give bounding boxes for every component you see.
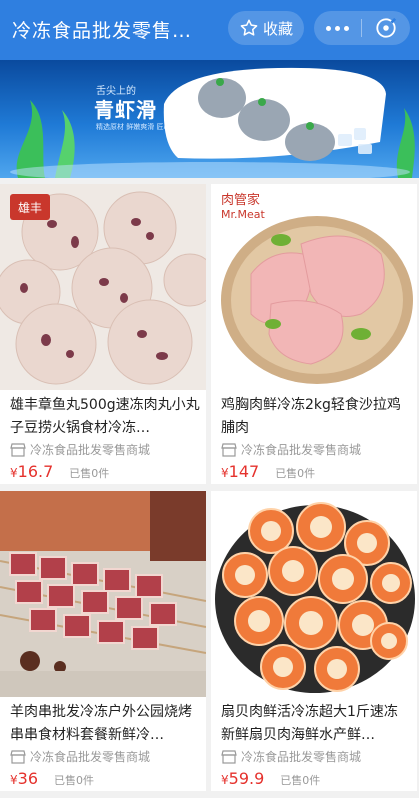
product-image-lamb-skewers[interactable] [0, 491, 206, 697]
shop-name: 冷冻食品批发零售商城 [30, 443, 151, 457]
product-name[interactable]: 鸡胸肉鲜冷冻2kg轻食沙拉鸡脯肉 [221, 394, 411, 440]
shop-name: 冷冻食品批发零售商城 [30, 750, 151, 764]
svg-text:Mr.Meat: Mr.Meat [221, 208, 265, 221]
product-card[interactable]: 肉管家 Mr.Meat 鸡胸肉鲜冷冻2kg轻食沙拉鸡脯肉 冷冻食品批发零售商城 … [211, 184, 417, 484]
favorite-label: 收藏 [262, 19, 293, 38]
banner-title: 青虾滑 [94, 98, 157, 122]
price-currency: ¥ [221, 466, 229, 480]
shrimp-ball-plate-image [163, 67, 386, 161]
product-name[interactable]: 羊肉串批发冷冻户外公园烧烤串串食材料套餐新鲜冷… [10, 701, 200, 747]
product-name[interactable]: 雄丰章鱼丸500g速冻肉丸小丸子豆捞火锅食材冷冻… [10, 394, 200, 440]
price-value: 59.9 [228, 769, 265, 788]
next-row-peek [0, 798, 419, 808]
app-header: 冷冻食品批发零售… 收藏 [0, 0, 419, 60]
more-dot-icon [326, 25, 331, 31]
store-icon [10, 749, 26, 764]
more-button[interactable] [314, 11, 361, 45]
price-row: ¥147 已售0件 [221, 462, 315, 481]
store-icon [221, 442, 237, 457]
price-value: 36 [17, 769, 38, 788]
price-value: 147 [228, 462, 260, 481]
page-title: 冷冻食品批发零售… [12, 20, 193, 42]
svg-text:肉管家: 肉管家 [221, 192, 260, 208]
price-currency: ¥ [10, 466, 18, 480]
product-image-scallops[interactable] [211, 491, 417, 697]
brand-logo-text: 雄丰 [18, 200, 42, 215]
favorite-button[interactable]: 收藏 [228, 11, 304, 45]
price-row: ¥36 已售0件 [10, 769, 94, 788]
sold-count: 已售0件 [280, 774, 321, 787]
product-card[interactable]: 雄丰 雄丰章鱼丸500g速冻肉丸小丸子豆捞火锅食材冷冻… 冷冻食品批发零售商城 … [0, 184, 206, 484]
close-circle-icon [375, 17, 396, 38]
price-row: ¥16.7 已售0件 [10, 462, 109, 481]
product-image-chicken-breast[interactable]: 肉管家 Mr.Meat [211, 184, 417, 390]
capsule-menu [314, 11, 410, 45]
sold-count: 已售0件 [275, 467, 316, 480]
product-name[interactable]: 扇贝肉鲜活冷冻超大1斤速冻新鲜扇贝肉海鲜水产鲜… [221, 701, 411, 747]
price-currency: ¥ [10, 773, 18, 787]
more-dot-icon [335, 25, 340, 31]
price-row: ¥59.9 已售0件 [221, 769, 320, 788]
product-image-octopus-balls[interactable]: 雄丰 [0, 184, 206, 390]
shop-name: 冷冻食品批发零售商城 [241, 750, 362, 764]
shop-info[interactable]: 冷冻食品批发零售商城 [221, 441, 361, 458]
price-value: 16.7 [17, 462, 54, 481]
page: 冷冻食品批发零售… 收藏 舌尖上的 青虾滑 精选原材 鲜嫩爽滑 匠心品质 雄丰 … [0, 0, 419, 808]
product-card[interactable]: 扇贝肉鲜活冷冻超大1斤速冻新鲜扇贝肉海鲜水产鲜… 冷冻食品批发零售商城 ¥59.… [211, 491, 417, 791]
store-icon [221, 749, 237, 764]
sold-count: 已售0件 [54, 774, 94, 787]
sold-count: 已售0件 [69, 467, 110, 480]
price-currency: ¥ [221, 773, 229, 787]
shop-name: 冷冻食品批发零售商城 [241, 443, 362, 457]
more-dot-icon [344, 25, 349, 31]
product-card[interactable]: 羊肉串批发冷冻户外公园烧烤串串食材料套餐新鲜冷… 冷冻食品批发零售商城 ¥36 已… [0, 491, 206, 791]
promo-banner[interactable]: 舌尖上的 青虾滑 精选原材 鲜嫩爽滑 匠心品质 [0, 60, 419, 178]
store-icon [10, 442, 26, 457]
shop-info[interactable]: 冷冻食品批发零售商城 [10, 748, 150, 765]
close-button[interactable] [362, 11, 409, 45]
star-icon [240, 19, 258, 36]
shop-info[interactable]: 冷冻食品批发零售商城 [10, 441, 150, 458]
shop-info[interactable]: 冷冻食品批发零售商城 [221, 748, 361, 765]
